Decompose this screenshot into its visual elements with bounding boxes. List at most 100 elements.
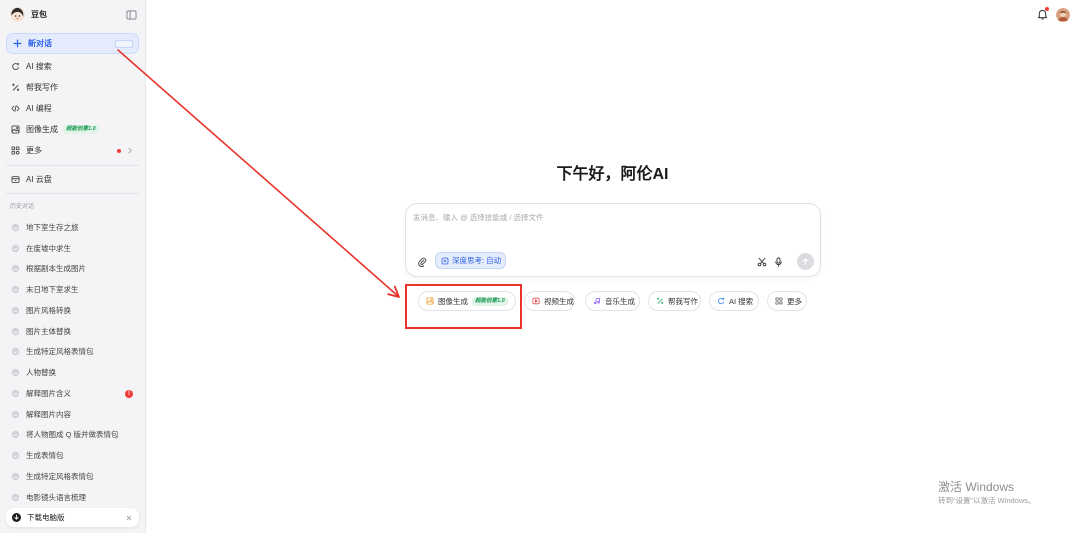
sidebar-item-label: AI 云盘 — [26, 175, 52, 184]
history-item[interactable]: 地下室生存之旅 — [6, 217, 139, 238]
scissors-icon[interactable] — [757, 257, 767, 267]
chat-icon — [11, 327, 20, 336]
code-icon — [11, 104, 20, 113]
chat-icon — [11, 410, 20, 419]
new-chat-button[interactable]: 新对话 — [6, 33, 139, 54]
sidebar-item-label: 帮我写作 — [26, 83, 58, 92]
history-item[interactable]: 电影镜头语言梳理 — [6, 487, 139, 508]
chip-label: 图像生成 — [438, 296, 468, 306]
pen-icon — [656, 297, 664, 305]
chat-icon — [11, 451, 20, 460]
chat-icon — [11, 430, 20, 439]
new-chat-label: 新对话 — [28, 39, 52, 48]
chat-icon — [11, 472, 20, 481]
history-item-label: 生成特定风格表情包 — [26, 471, 94, 481]
history-item[interactable]: 图片主体替换 — [6, 321, 139, 342]
download-icon — [12, 513, 21, 522]
search-icon — [717, 297, 725, 305]
search-icon — [11, 62, 20, 71]
image-icon — [426, 297, 434, 305]
close-icon[interactable] — [125, 514, 133, 522]
history-item[interactable]: 在废墟中求生 — [6, 238, 139, 259]
attachment-icon[interactable] — [417, 256, 427, 267]
history-section-title: 历史对话 — [10, 204, 35, 210]
deep-think-label: 深度思考: 自动 — [452, 256, 502, 265]
download-label: 下载电脑版 — [27, 513, 65, 522]
chip-label: 更多 — [787, 296, 802, 306]
history-item[interactable]: 人物替换 — [6, 362, 139, 383]
history-item[interactable]: 解释图片含义! — [6, 383, 139, 404]
chip-writing[interactable]: 帮我写作 — [648, 291, 701, 311]
chat-icon — [11, 244, 20, 253]
history-item-label: 图片风格转换 — [26, 305, 71, 315]
history-item[interactable]: 生成表情包 — [6, 445, 139, 466]
sidebar: 豆包 新对话 AI 搜索帮我写作 AI 编程图像生成 超能创意1.0 更多 AI 云盘… — [0, 0, 146, 533]
history-item-label: 解释图片含义 — [26, 388, 71, 398]
history-item[interactable]: 图片风格转换 — [6, 300, 139, 321]
sidebar-item-ai-cloud[interactable]: AI 云盘 — [6, 169, 139, 190]
user-avatar[interactable] — [1056, 8, 1070, 22]
sidebar-item-more[interactable]: 更多 — [6, 140, 139, 161]
history-item-label: 生成特定风格表情包 — [26, 347, 94, 357]
chip-label: AI 搜索 — [729, 296, 754, 306]
chat-icon — [11, 285, 20, 294]
deep-think-icon — [441, 257, 449, 265]
chat-icon — [11, 223, 20, 232]
sidebar-divider — [6, 193, 139, 194]
history-item-label: 解释图片内容 — [26, 409, 71, 419]
chip-label: 音乐生成 — [605, 296, 635, 306]
chip-video-generation[interactable]: 视频生成 — [524, 291, 575, 311]
image-icon — [11, 125, 20, 134]
chip-label: 视频生成 — [544, 296, 574, 306]
music-icon — [593, 297, 601, 305]
sidebar-item-writing[interactable]: 帮我写作 — [6, 77, 139, 98]
cloud-drive-icon — [11, 175, 20, 184]
greeting-title: 下午好，阿伦AI — [556, 166, 669, 183]
history-item[interactable]: 生成特定风格表情包 — [6, 466, 139, 487]
history-item[interactable]: 生成特定风格表情包 — [6, 342, 139, 363]
history-item[interactable]: 解释图片内容 — [6, 404, 139, 425]
chat-icon — [11, 389, 20, 398]
message-composer: 深度思考: 自动 — [405, 203, 821, 277]
chip-image-generation[interactable]: 图像生成 超能创意1.0 — [418, 291, 516, 311]
grid-icon — [775, 297, 783, 305]
history-item[interactable]: 末日地下室求生 — [6, 279, 139, 300]
history-item-label: 人物替换 — [26, 368, 56, 378]
history-item-label: 地下室生存之旅 — [26, 222, 79, 232]
sidebar-item-ai-coding[interactable]: AI 编程 — [6, 98, 139, 119]
history-item-label: 在废墟中求生 — [26, 243, 71, 253]
message-input[interactable] — [413, 212, 813, 242]
sidebar-item-label: AI 编程 — [26, 104, 52, 113]
app-logo — [10, 7, 25, 22]
app-name: 豆包 — [31, 10, 47, 19]
chip-music-generation[interactable]: 音乐生成 — [585, 291, 640, 311]
history-item[interactable]: 将人物图成 Q 版并做表情包 — [6, 425, 139, 446]
history-item-label: 电影镜头语言梳理 — [26, 492, 86, 502]
history-item[interactable]: 根据剧本生成图片 — [6, 259, 139, 280]
chip-ai-search[interactable]: AI 搜索 — [709, 291, 759, 311]
sidebar-collapse-icon[interactable] — [126, 10, 137, 20]
history-item-label: 根据剧本生成图片 — [26, 264, 86, 274]
send-button[interactable] — [797, 253, 814, 270]
sidebar-divider — [6, 165, 139, 166]
sidebar-item-ai-cloud-row[interactable]: AI 云盘 — [6, 169, 139, 190]
chip-label: 帮我写作 — [668, 296, 698, 306]
sidebar-item-label: 图像生成 — [26, 125, 58, 134]
deep-think-toggle[interactable]: 深度思考: 自动 — [435, 252, 506, 269]
feature-badge: 超能创意1.0 — [63, 125, 99, 134]
chip-more[interactable]: 更多 — [767, 291, 807, 311]
arrow-up-icon — [802, 258, 809, 266]
history-item-label: 将人物图成 Q 版并做表情包 — [26, 430, 119, 440]
sidebar-item-image-generation[interactable]: 图像生成 超能创意1.0 — [6, 119, 139, 140]
history-item-label: 图片主体替换 — [26, 326, 71, 336]
sidebar-item-label: 更多 — [26, 146, 42, 155]
chat-icon — [11, 264, 20, 273]
sidebar-item-ai-search[interactable]: AI 搜索 — [6, 56, 139, 77]
chevron-right-icon — [126, 146, 134, 155]
sidebar-item-label: AI 搜索 — [26, 62, 52, 71]
feature-badge: 超能创意1.0 — [472, 296, 508, 306]
new-indicator-dot — [117, 148, 121, 153]
notification-dot — [1045, 7, 1049, 11]
download-desktop-button[interactable]: 下载电脑版 — [6, 508, 139, 527]
microphone-icon[interactable] — [774, 257, 783, 267]
